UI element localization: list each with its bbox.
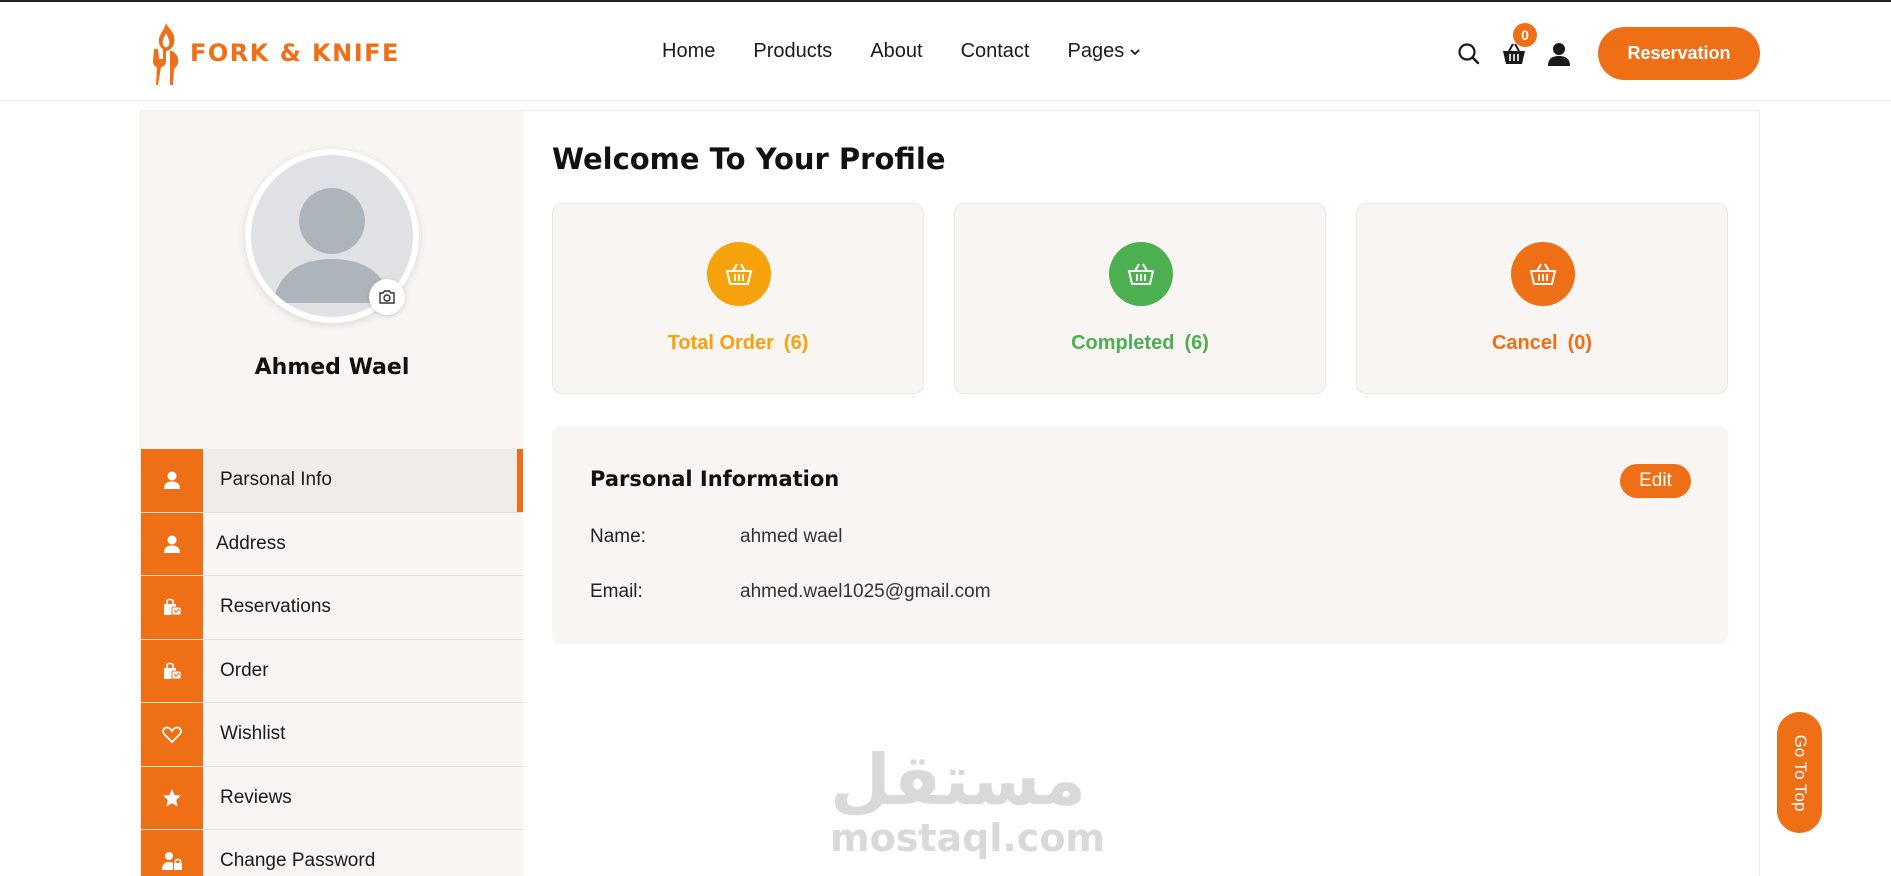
sidebar-item-change-password[interactable]: Change Password: [141, 830, 523, 876]
sidebar-item-address[interactable]: Address: [141, 512, 523, 576]
site-header: FORK & KNIFE Home Products About Contact…: [0, 2, 1891, 101]
stat-card-total-order: Total Order (6): [552, 203, 924, 394]
cart-icon[interactable]: 0: [1501, 23, 1537, 67]
user-lock-icon: [141, 830, 203, 876]
stat-count: (6): [783, 332, 809, 354]
email-label: Email:: [590, 581, 643, 602]
stat-label: Total Order (6): [553, 332, 923, 355]
personal-info-card: Parsonal Information Edit Name: ahmed wae…: [552, 426, 1728, 644]
name-label: Name:: [590, 526, 646, 547]
nav-pages[interactable]: Pages: [1068, 40, 1143, 63]
sidebar-item-label: Parsonal Info: [220, 469, 332, 491]
stat-name: Total Order: [667, 332, 774, 354]
change-photo-button[interactable]: [369, 279, 405, 315]
camera-icon: [379, 290, 395, 304]
go-to-top-button[interactable]: Go To Top: [1777, 712, 1822, 833]
info-row-email: Email: ahmed.wael1025@gmail.com: [590, 581, 991, 603]
sidebar-item-order[interactable]: Order: [141, 639, 523, 703]
basket-icon: [1109, 242, 1173, 306]
bag-icon: [141, 639, 203, 702]
heart-icon: [141, 703, 203, 766]
nav-home[interactable]: Home: [662, 40, 715, 63]
name-value: ahmed wael: [740, 526, 843, 547]
edit-button[interactable]: Edit: [1620, 464, 1691, 498]
sidebar-item-personal-info[interactable]: Parsonal Info: [141, 449, 523, 513]
nav-pages-label: Pages: [1067, 40, 1125, 62]
stat-count: (0): [1567, 332, 1593, 354]
chevron-down-icon: [1130, 48, 1140, 55]
sidebar-item-reviews[interactable]: Reviews: [141, 766, 523, 830]
go-to-top-label: Go To Top: [1790, 734, 1810, 811]
info-title: Parsonal Information: [590, 467, 840, 491]
sidebar-item-wishlist[interactable]: Wishlist: [141, 703, 523, 767]
reservation-button[interactable]: Reservation: [1598, 27, 1760, 80]
user-icon: [141, 449, 203, 512]
user-icon: [141, 512, 203, 575]
stat-card-cancel: Cancel (0): [1356, 203, 1728, 394]
nav-contact[interactable]: Contact: [961, 40, 1030, 63]
brand-name: FORK & KNIFE: [190, 39, 400, 67]
nav-about[interactable]: About: [870, 40, 922, 63]
sidebar-item-reservations[interactable]: Reservations: [141, 576, 523, 640]
flame-fork-logo-icon: [153, 23, 179, 85]
brand-logo[interactable]: FORK & KNIFE: [146, 19, 400, 87]
header-actions: 0: [1456, 23, 1591, 78]
main-nav: Home Products About Contact Pages: [662, 40, 1180, 63]
star-icon: [141, 766, 203, 829]
profile-name: Ahmed Wael: [254, 355, 410, 380]
search-icon[interactable]: [1456, 41, 1482, 67]
stat-count: (6): [1184, 332, 1209, 354]
user-icon[interactable]: [1546, 41, 1572, 67]
avatar-ring: [245, 149, 419, 323]
stat-card-completed: Completed (6): [954, 203, 1326, 394]
basket-icon: [1511, 242, 1575, 306]
basket-icon: [707, 242, 771, 306]
page-title: Welcome To Your Profile: [552, 142, 946, 176]
sidebar-item-label: Order: [220, 659, 269, 681]
stat-name: Completed: [1071, 332, 1175, 354]
email-value: ahmed.wael1025@gmail.com: [740, 581, 991, 602]
watermark-latin: mostaql.com: [830, 816, 1106, 860]
sidebar-item-label: Reviews: [220, 786, 292, 808]
sidebar-item-label: Address: [216, 532, 286, 554]
cart-count-badge: 0: [1513, 23, 1537, 47]
sidebar-item-label: Change Password: [220, 850, 376, 872]
stat-label: Completed (6): [955, 332, 1325, 355]
profile-sidebar: Ahmed Wael Parsonal Info Address Reserva…: [141, 111, 523, 876]
stat-name: Cancel: [1491, 332, 1558, 354]
sidebar-item-label: Wishlist: [220, 723, 286, 745]
stat-label: Cancel (0): [1357, 332, 1727, 355]
profile-menu: Parsonal Info Address Reservations Order…: [141, 449, 523, 876]
sidebar-item-label: Reservations: [220, 596, 331, 618]
watermark-arabic: مستقل: [830, 739, 1087, 821]
info-row-name: Name: ahmed wael: [590, 526, 842, 548]
bag-icon: [141, 576, 203, 639]
nav-products[interactable]: Products: [753, 40, 832, 63]
